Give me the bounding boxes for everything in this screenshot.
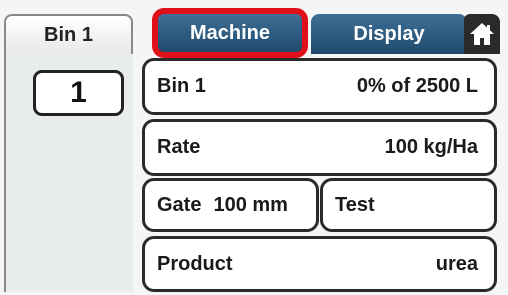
bin-level-label: Bin 1 <box>157 75 206 97</box>
tab-machine-label: Machine <box>189 21 271 44</box>
bin-tab-label: Bin 1 <box>44 23 93 46</box>
tab-display-label: Display <box>353 22 425 45</box>
bin-level-value: 0% of 2500 L <box>356 75 478 97</box>
tab-machine[interactable]: Machine <box>152 8 308 58</box>
bin-selector-value: 1 <box>70 76 87 109</box>
gate-row[interactable]: Gate 100 mm <box>142 178 319 232</box>
machine-screen: Bin 1 1 Machine Display Bin 1 0% of 2500… <box>0 0 508 295</box>
gate-label: Gate <box>157 193 202 216</box>
rate-value: 100 kg/Ha <box>384 136 478 158</box>
test-button[interactable]: Test <box>320 178 497 232</box>
rate-row[interactable]: Rate 100 kg/Ha <box>142 119 497 176</box>
home-button[interactable] <box>464 14 500 54</box>
test-label: Test <box>335 193 375 216</box>
rate-label: Rate <box>157 136 201 158</box>
tab-display[interactable]: Display <box>311 14 467 54</box>
bin-tab[interactable]: Bin 1 <box>4 14 133 54</box>
bin-level-row[interactable]: Bin 1 0% of 2500 L <box>142 58 497 115</box>
bin-selector-button[interactable]: 1 <box>33 70 124 116</box>
product-row[interactable]: Product urea <box>142 236 497 292</box>
home-icon <box>470 23 494 45</box>
gate-value: 100 mm <box>213 193 288 216</box>
product-label: Product <box>157 252 233 275</box>
product-value: urea <box>435 252 478 275</box>
